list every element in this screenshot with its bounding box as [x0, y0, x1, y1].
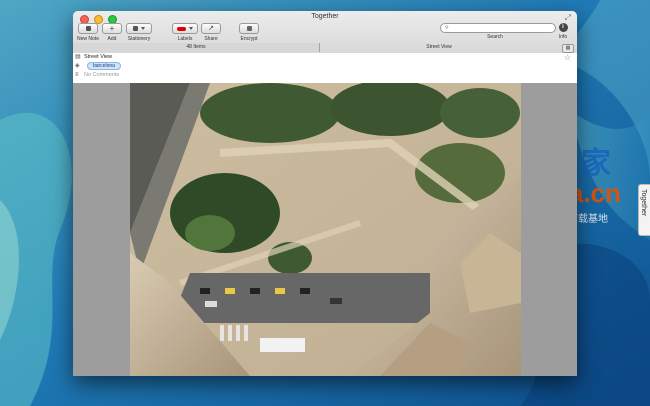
search-label: Search	[487, 34, 503, 40]
chevron-down-icon	[141, 27, 145, 30]
share-button[interactable]: ↗ Share	[201, 23, 221, 42]
add-icon: +	[109, 23, 115, 33]
add-label: Add	[107, 36, 117, 42]
document-icon: ▤	[75, 54, 81, 60]
encrypt-icon	[246, 26, 252, 31]
grid-icon: ▦	[565, 45, 571, 51]
grid-view-button[interactable]: ▦	[562, 44, 574, 53]
note-comments[interactable]: No Comments	[84, 72, 119, 78]
tag-icon: ◈	[75, 63, 80, 69]
fullscreen-icon[interactable]: ⤢	[565, 13, 571, 23]
search-icon: ⚲	[445, 25, 449, 31]
chevron-down-icon	[189, 27, 193, 30]
note-comments-row: ≡ No Comments	[73, 71, 577, 80]
note-tags-row: ◈ barcelona	[73, 62, 577, 71]
labels-icon	[177, 26, 186, 31]
tab-preview[interactable]: Street View	[321, 43, 557, 52]
note-title-row: ▤ Street View ☆	[73, 53, 577, 62]
stationery-button[interactable]: Stationery	[126, 23, 152, 42]
share-label: Share	[204, 36, 218, 42]
star-icon[interactable]: ☆	[564, 53, 571, 62]
photo-area	[73, 83, 577, 376]
labels-label: Labels	[177, 36, 193, 42]
share-icon: ↗	[208, 24, 214, 32]
note-title[interactable]: Street View	[84, 54, 112, 60]
comments-icon: ≡	[75, 72, 79, 78]
app-window: Together ⤢ New Note + Add Stationery Lab…	[73, 11, 577, 376]
labels-button[interactable]: Labels	[172, 23, 198, 42]
search-input[interactable]: ⚲	[440, 23, 556, 33]
tab-items[interactable]: 48 Items	[73, 43, 320, 52]
new-note-button[interactable]: New Note	[76, 23, 100, 42]
side-tab-label: Together	[640, 189, 647, 217]
tag-chip[interactable]: barcelona	[87, 62, 121, 70]
street-view-photo[interactable]	[130, 83, 521, 376]
tab-row: 48 Items Street View ▦	[73, 43, 577, 53]
info-label: Info	[558, 34, 568, 40]
info-icon: i	[558, 23, 568, 32]
new-note-icon	[85, 26, 91, 31]
note-panel: ▤ Street View ☆ ◈ barcelona ≡ No Comment…	[73, 53, 577, 376]
info-button[interactable]: i Info	[557, 23, 569, 40]
window-title: Together	[311, 13, 339, 20]
encrypt-label: Encrypt	[240, 36, 258, 42]
stationery-icon	[133, 26, 138, 31]
new-note-label: New Note	[77, 36, 99, 42]
encrypt-button[interactable]: Encrypt	[238, 23, 260, 42]
add-button[interactable]: + Add	[101, 23, 123, 42]
stationery-label: Stationery	[127, 36, 151, 42]
side-tab[interactable]: Together	[638, 184, 650, 236]
